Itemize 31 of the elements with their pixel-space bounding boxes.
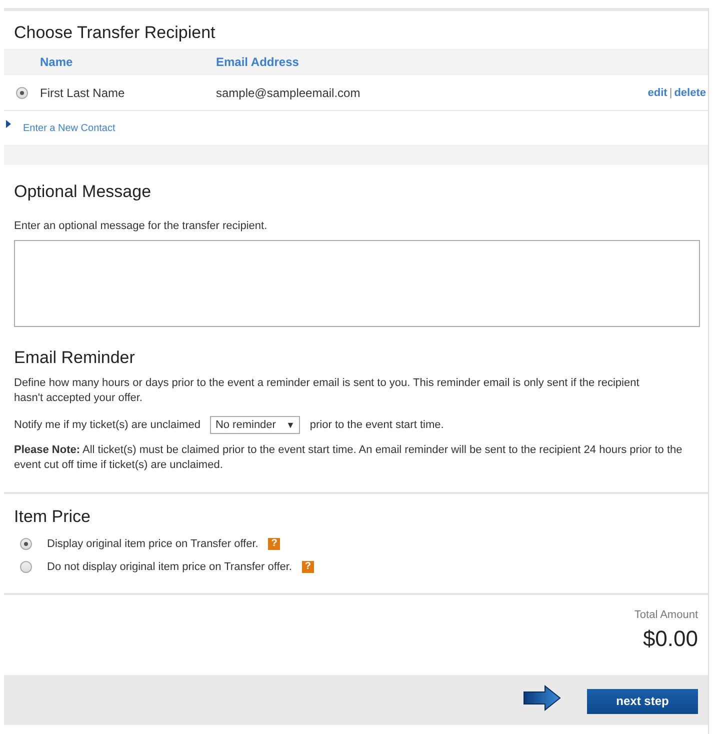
column-header: Name: [40, 55, 74, 69]
total-label: Total Amount: [634, 609, 698, 621]
section-title: Email Reminder: [13, 347, 136, 369]
reminder-dropdown[interactable]: No reminder ▼: [210, 416, 300, 434]
description-text: Define how many hours or days prior to the event a reminder email is sent to you. This reminder email is only sent if the recipient hasn't accepted your offer.: [13, 376, 640, 406]
message-field[interactable]: [14, 240, 700, 327]
description-text: Enter an optional message for the transfer recipient.: [13, 219, 268, 234]
option-label: Display original item price on Transfer offer.: [47, 538, 258, 550]
new-contact-link[interactable]: Enter a New Contact: [23, 122, 116, 134]
column-header: Email Address: [216, 55, 300, 69]
section-title: Choose Transfer Recipient: [13, 22, 216, 44]
edit-link[interactable]: edit: [648, 86, 668, 98]
radio-button[interactable]: [20, 560, 32, 572]
notify-label: Notify me if my ticket(s) are unclaimed: [14, 419, 200, 431]
option-label: Do not display original item price on Transfer offer.: [47, 560, 292, 572]
note-text: Please Note: All ticket(s) must be claimed prior to the event start time. An email reminder will be sent to the recipient 24 hours prior to the event cut off time if ticket(s) are unclaimed.: [13, 443, 684, 473]
next-step-button[interactable]: next step: [587, 688, 698, 714]
radio-button[interactable]: [20, 538, 32, 550]
table-cell-text: sample@sampleemail.com: [216, 86, 362, 100]
help-badge[interactable]: ?: [268, 538, 280, 550]
table-cell-text: First Last Name: [40, 86, 126, 100]
help-badge[interactable]: ?: [302, 560, 314, 572]
triangle-icon: [6, 120, 11, 128]
section-title: Item Price: [13, 506, 92, 528]
radio-button[interactable]: [16, 86, 28, 98]
total-amount: $0.00: [642, 626, 698, 652]
delete-link[interactable]: delete: [674, 86, 706, 98]
notify-suffix: prior to the event start time.: [310, 419, 444, 431]
separator: |: [669, 86, 672, 98]
section-title: Optional Message: [13, 181, 152, 203]
arrow-icon: [523, 685, 561, 711]
